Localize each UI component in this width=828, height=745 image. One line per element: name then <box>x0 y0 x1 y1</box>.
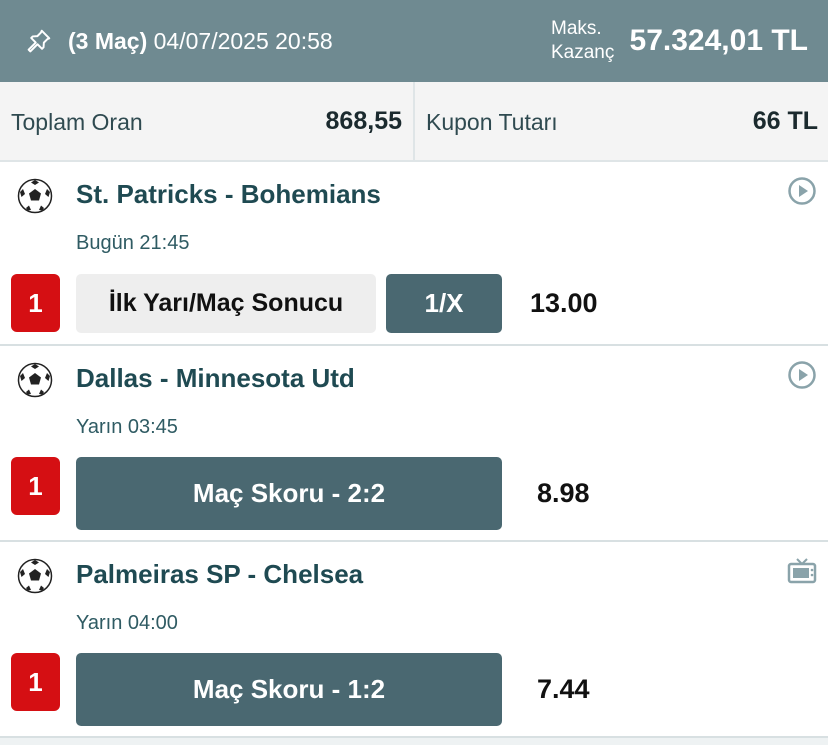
tv-icon[interactable] <box>787 556 817 586</box>
match-odds: 8.98 <box>537 478 590 508</box>
max-win-label: Maks. Kazanç <box>551 18 615 63</box>
match-card[interactable]: Palmeiras SP - Chelsea Yarın 04:00 1 Maç… <box>0 542 828 738</box>
soccer-ball-icon <box>17 178 53 214</box>
bet-type-badge: 1 <box>11 274 60 332</box>
soccer-ball-icon <box>17 362 53 398</box>
coupon-amount-value: 66 TL <box>752 107 818 135</box>
match-time: Bugün 21:45 <box>76 232 190 254</box>
total-odds-value: 868,55 <box>325 107 402 135</box>
match-count: (3 Maç) <box>68 28 148 54</box>
coupon-summary: Toplam Oran 868,55 Kupon Tutarı 66 TL <box>0 82 828 162</box>
bottom-divider <box>0 738 828 745</box>
summary-divider <box>413 82 415 162</box>
pin-icon[interactable] <box>26 28 52 54</box>
match-teams[interactable]: St. Patricks - Bohemians <box>76 179 381 210</box>
match-card[interactable]: Dallas - Minnesota Utd Yarın 03:45 1 Maç… <box>0 346 828 542</box>
match-time: Yarın 03:45 <box>76 416 178 438</box>
max-win-value: 57.324,01 TL <box>629 24 808 57</box>
coupon-amount-label: Kupon Tutarı <box>426 109 558 135</box>
bet-type-badge: 1 <box>11 653 60 711</box>
play-circle-icon[interactable] <box>787 176 817 206</box>
play-circle-icon[interactable] <box>787 360 817 390</box>
selection-button[interactable]: 1/X <box>386 274 502 333</box>
match-teams[interactable]: Dallas - Minnesota Utd <box>76 363 355 394</box>
bet-type-badge: 1 <box>11 457 60 515</box>
selection-button[interactable]: Maç Skoru - 1:2 <box>76 653 502 726</box>
match-card[interactable]: St. Patricks - Bohemians Bugün 21:45 1 İ… <box>0 162 828 346</box>
match-time: Yarın 04:00 <box>76 612 178 634</box>
total-odds-label: Toplam Oran <box>11 109 143 135</box>
coupon-header: (3 Maç) 04/07/2025 20:58 Maks. Kazanç 57… <box>0 0 828 82</box>
match-odds: 13.00 <box>530 288 598 318</box>
coupon-datetime: 04/07/2025 20:58 <box>153 28 333 54</box>
match-teams[interactable]: Palmeiras SP - Chelsea <box>76 559 363 590</box>
soccer-ball-icon <box>17 558 53 594</box>
match-odds: 7.44 <box>537 674 590 704</box>
selection-button[interactable]: Maç Skoru - 2:2 <box>76 457 502 530</box>
coupon-title: (3 Maç) 04/07/2025 20:58 <box>68 27 333 55</box>
market-label: İlk Yarı/Maç Sonucu <box>76 274 376 333</box>
